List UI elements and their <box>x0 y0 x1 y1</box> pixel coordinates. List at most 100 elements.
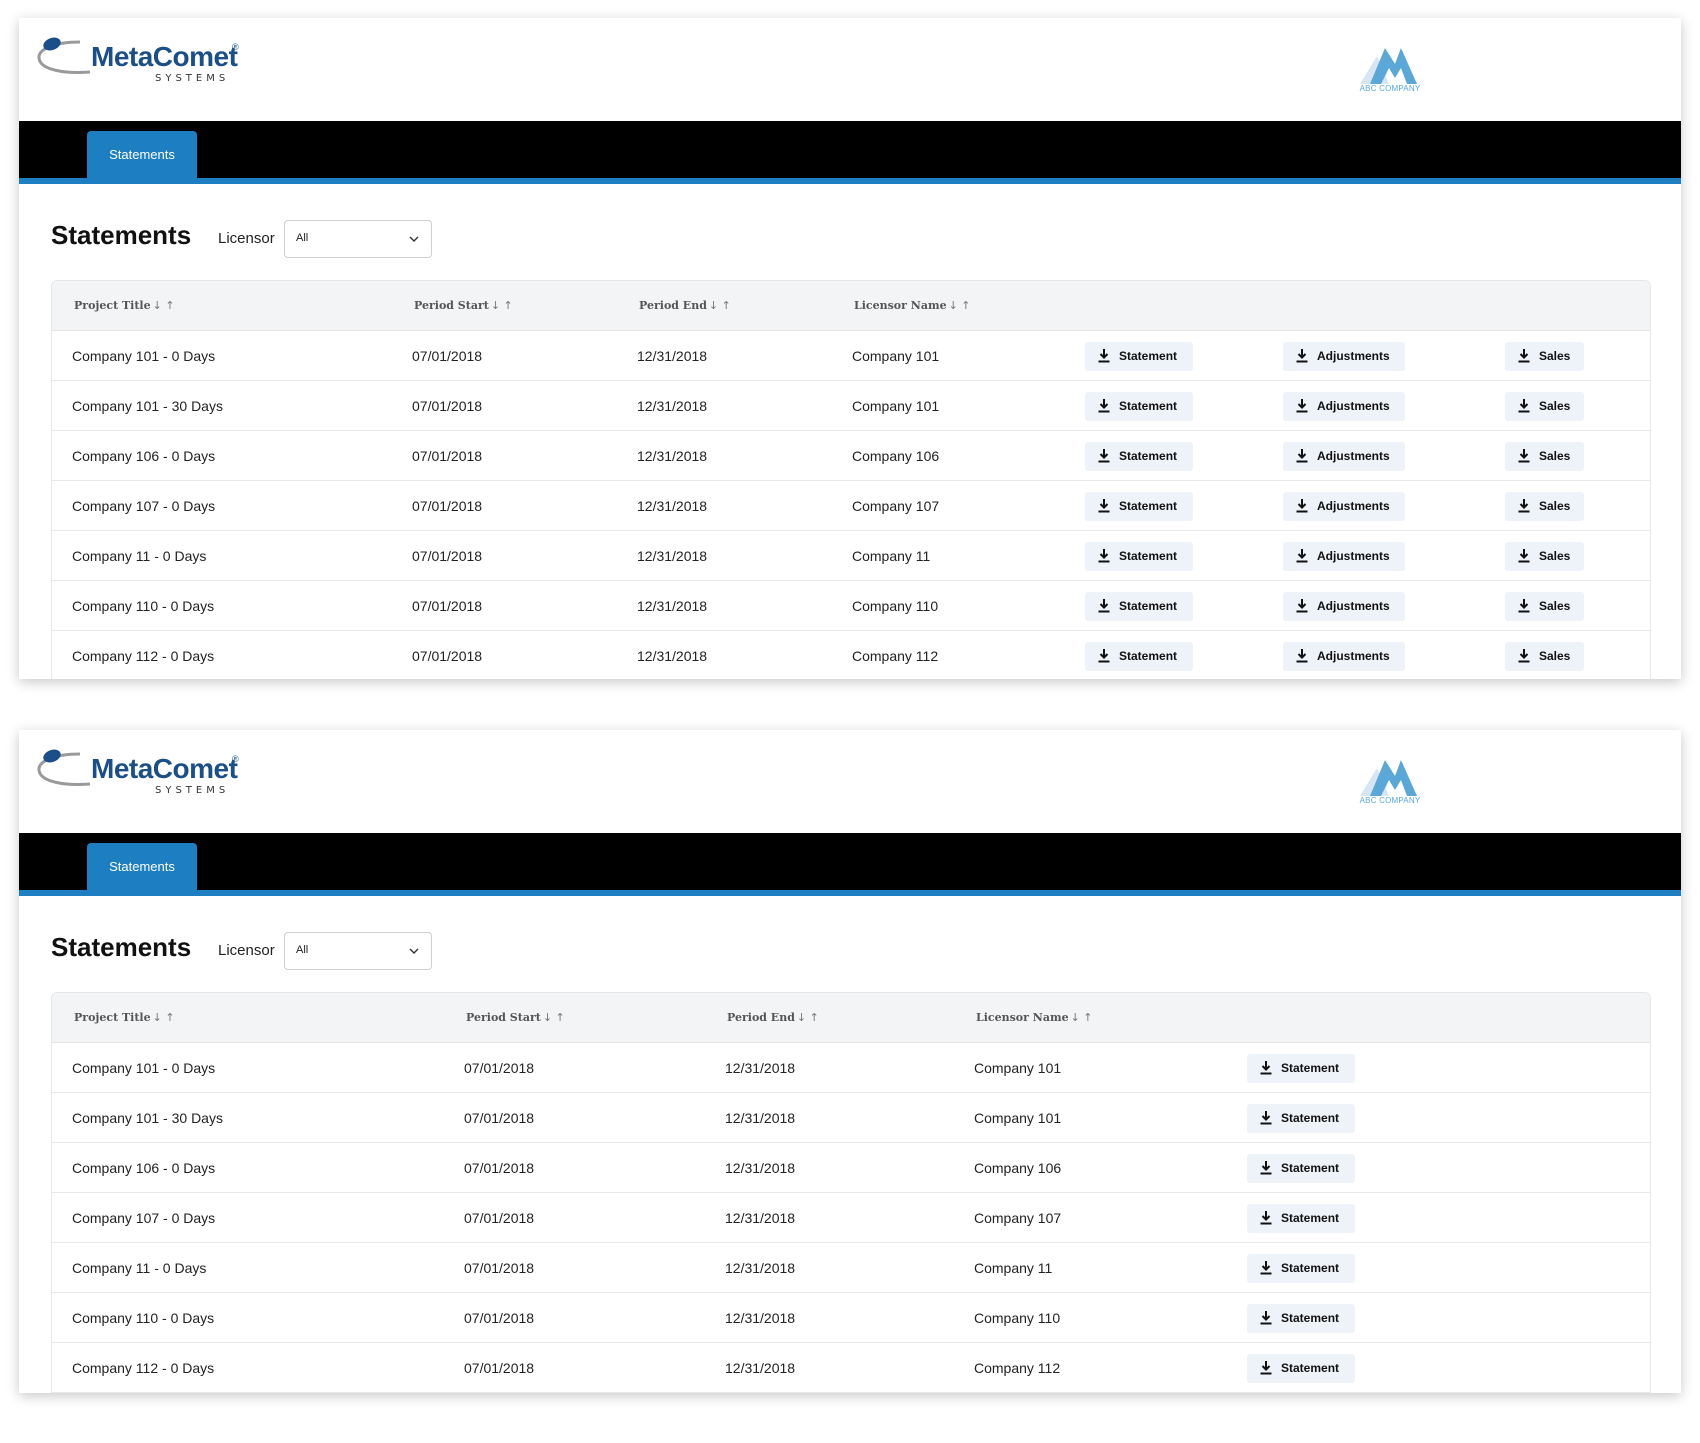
sort-icon[interactable]: ↓ ↑ <box>709 299 731 312</box>
download-sales-button[interactable]: Sales <box>1505 592 1584 621</box>
cell-period-start: 07/01/2018 <box>464 1360 535 1376</box>
statement-button-label: Statement <box>1119 349 1178 363</box>
download-statement-button[interactable]: Statement <box>1247 1054 1355 1083</box>
cell-period-end: 12/31/2018 <box>725 1360 796 1376</box>
column-header-period-start[interactable]: Period Start ↓ ↑ <box>466 1011 565 1024</box>
download-statement-button[interactable]: Statement <box>1247 1154 1355 1183</box>
download-statement-button[interactable]: Statement <box>1247 1104 1355 1133</box>
download-icon <box>1098 499 1110 513</box>
sort-icon[interactable]: ↓ ↑ <box>797 1011 819 1024</box>
download-icon <box>1518 349 1530 363</box>
download-adjustments-button[interactable]: Adjustments <box>1283 542 1405 571</box>
column-header-project-title[interactable]: Project Title ↓ ↑ <box>74 299 175 312</box>
cell-period-end: 12/31/2018 <box>725 1210 796 1226</box>
cell-licensor-name: Company 112 <box>974 1360 1061 1376</box>
download-icon <box>1296 449 1308 463</box>
table-row: Company 106 - 0 Days 07/01/2018 12/31/2018… <box>52 1143 1650 1193</box>
download-icon <box>1518 599 1530 613</box>
column-header-period-end[interactable]: Period End ↓ ↑ <box>727 1011 819 1024</box>
download-icon <box>1296 349 1308 363</box>
cell-licensor-name: Company 106 <box>852 448 940 464</box>
app-header: MetaComet ® SYSTEMS ABC COMPANY <box>19 18 1681 121</box>
download-adjustments-button[interactable]: Adjustments <box>1283 492 1405 521</box>
cell-period-end: 12/31/2018 <box>637 398 708 414</box>
column-header-licensor-name[interactable]: Licensor Name ↓ ↑ <box>976 1011 1093 1024</box>
licensor-select[interactable]: All <box>284 220 432 258</box>
cell-period-end: 12/31/2018 <box>637 498 708 514</box>
download-icon <box>1098 549 1110 563</box>
column-header-licensor-name[interactable]: Licensor Name ↓ ↑ <box>854 299 971 312</box>
download-adjustments-button[interactable]: Adjustments <box>1283 442 1405 471</box>
sales-button-label: Sales <box>1539 349 1571 363</box>
download-sales-button[interactable]: Sales <box>1505 392 1584 421</box>
download-adjustments-button[interactable]: Adjustments <box>1283 642 1405 671</box>
download-statement-button[interactable]: Statement <box>1085 392 1193 421</box>
cell-period-end: 12/31/2018 <box>637 648 708 664</box>
download-sales-button[interactable]: Sales <box>1505 492 1584 521</box>
statement-button-label: Statement <box>1119 649 1178 663</box>
cell-period-start: 07/01/2018 <box>412 448 483 464</box>
table-row: Company 107 - 0 Days 07/01/2018 12/31/2018… <box>52 481 1650 531</box>
statement-button-label: Statement <box>1281 1061 1340 1075</box>
licensor-select[interactable]: All <box>284 932 432 970</box>
cell-licensor-name: Company 101 <box>974 1110 1062 1126</box>
column-header-period-end[interactable]: Period End ↓ ↑ <box>639 299 731 312</box>
cell-period-start: 07/01/2018 <box>464 1060 535 1076</box>
download-sales-button[interactable]: Sales <box>1505 542 1584 571</box>
cell-period-start: 07/01/2018 <box>412 348 483 364</box>
table-row: Company 107 - 0 Days 07/01/2018 12/31/2018… <box>52 1193 1650 1243</box>
licensor-selected-value: All <box>296 232 309 244</box>
sort-icon[interactable]: ↓ ↑ <box>491 299 513 312</box>
download-adjustments-button[interactable]: Adjustments <box>1283 342 1405 371</box>
download-adjustments-button[interactable]: Adjustments <box>1283 592 1405 621</box>
download-icon <box>1098 399 1110 413</box>
download-statement-button[interactable]: Statement <box>1085 342 1193 371</box>
cell-period-start: 07/01/2018 <box>464 1160 535 1176</box>
download-statement-button[interactable]: Statement <box>1247 1304 1355 1333</box>
chevron-down-icon <box>409 236 419 242</box>
cell-licensor-name: Company 110 <box>852 598 939 614</box>
sort-icon[interactable]: ↓ ↑ <box>153 299 175 312</box>
adjustments-button-label: Adjustments <box>1317 499 1390 513</box>
download-statement-button[interactable]: Statement <box>1247 1354 1355 1383</box>
sales-button-label: Sales <box>1539 499 1571 513</box>
sort-icon[interactable]: ↓ ↑ <box>1071 1011 1093 1024</box>
cell-licensor-name: Company 107 <box>852 498 940 514</box>
cell-licensor-name: Company 107 <box>974 1210 1062 1226</box>
cell-project-title: Company 110 - 0 Days <box>72 598 215 614</box>
statement-button-label: Statement <box>1281 1211 1340 1225</box>
download-icon <box>1260 1311 1272 1325</box>
download-adjustments-button[interactable]: Adjustments <box>1283 392 1405 421</box>
cell-period-end: 12/31/2018 <box>725 1060 796 1076</box>
download-statement-button[interactable]: Statement <box>1085 592 1193 621</box>
download-statement-button[interactable]: Statement <box>1085 642 1193 671</box>
download-icon <box>1296 399 1308 413</box>
statement-button-label: Statement <box>1281 1311 1340 1325</box>
column-header-period-start[interactable]: Period Start ↓ ↑ <box>414 299 513 312</box>
download-sales-button[interactable]: Sales <box>1505 442 1584 471</box>
sort-icon[interactable]: ↓ ↑ <box>153 1011 175 1024</box>
download-sales-button[interactable]: Sales <box>1505 342 1584 371</box>
column-header-project-title[interactable]: Project Title ↓ ↑ <box>74 1011 175 1024</box>
abc-company-text: ABC COMPANY <box>1359 796 1421 805</box>
table-header: Project Title ↓ ↑ Period Start ↓ ↑ Period … <box>52 281 1650 331</box>
cell-project-title: Company 101 - 30 Days <box>72 1110 223 1126</box>
download-statement-button[interactable]: Statement <box>1085 492 1193 521</box>
table-row: Company 112 - 0 Days 07/01/2018 12/31/2018… <box>52 631 1650 679</box>
download-sales-button[interactable]: Sales <box>1505 642 1584 671</box>
sales-button-label: Sales <box>1539 449 1571 463</box>
download-statement-button[interactable]: Statement <box>1085 442 1193 471</box>
cell-period-start: 07/01/2018 <box>412 498 483 514</box>
sort-icon[interactable]: ↓ ↑ <box>949 299 971 312</box>
comet-swoosh-icon <box>37 37 91 74</box>
download-statement-button[interactable]: Statement <box>1085 542 1193 571</box>
tab-statements[interactable]: Statements <box>87 131 197 178</box>
download-statement-button[interactable]: Statement <box>1247 1204 1355 1233</box>
adjustments-button-label: Adjustments <box>1317 449 1390 463</box>
statement-button-label: Statement <box>1281 1111 1340 1125</box>
sort-icon[interactable]: ↓ ↑ <box>543 1011 565 1024</box>
download-statement-button[interactable]: Statement <box>1247 1254 1355 1283</box>
download-icon <box>1518 399 1530 413</box>
tab-statements[interactable]: Statements <box>87 843 197 890</box>
cell-period-start: 07/01/2018 <box>464 1260 535 1276</box>
